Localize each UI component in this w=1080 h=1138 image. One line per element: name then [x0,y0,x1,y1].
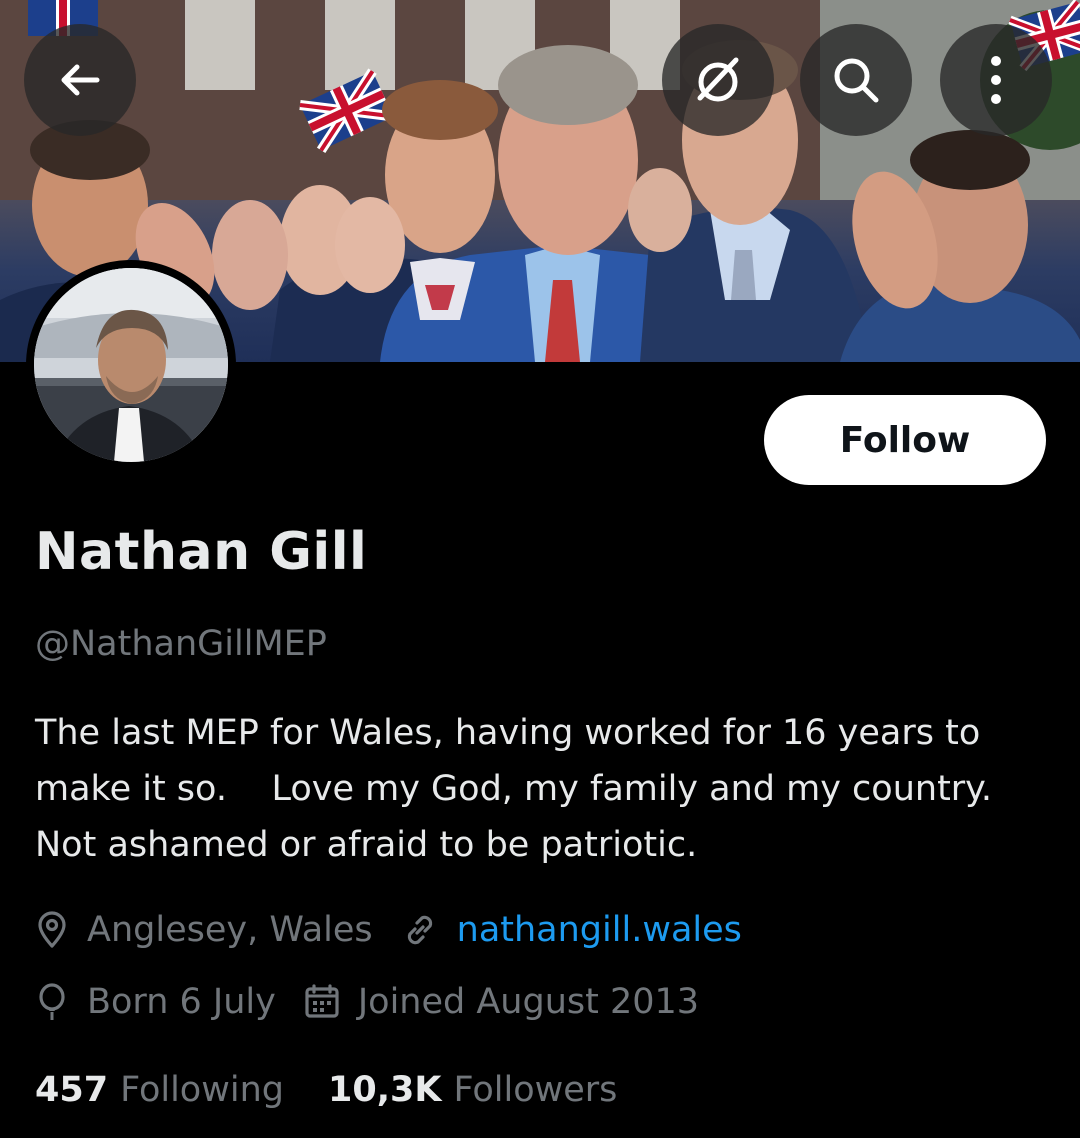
profile-meta-row-dates: Born 6 July Joined August 2013 [35,982,727,1022]
link-icon [401,911,439,949]
profile-avatar[interactable] [26,260,236,470]
followers-count: 10,3K [327,1070,442,1110]
location-item: Anglesey, Wales [35,910,373,950]
followers-stat-link[interactable]: 10,3K Followers [328,1070,617,1110]
more-options-button[interactable] [940,24,1052,136]
arrow-left-icon [61,64,100,96]
more-vertical-icon [991,56,1001,104]
birthday-text: Born 6 July [87,982,276,1022]
profile-display-name: Nathan Gill [35,522,368,582]
profile-stats: 457 Following 10,3K Followers [35,1070,661,1110]
website-link[interactable]: nathangill.wales [457,910,742,950]
website-item[interactable]: nathangill.wales [401,910,742,950]
joined-text: Joined August 2013 [357,982,700,1022]
follow-button[interactable]: Follow [764,395,1046,485]
balloon-icon [35,982,69,1022]
joined-item: Joined August 2013 [304,982,699,1022]
calendar-icon [304,984,340,1020]
location-text: Anglesey, Wales [87,910,373,950]
search-button[interactable] [800,24,912,136]
grok-slash-circle-icon [697,57,739,102]
following-count: 457 [35,1070,109,1110]
search-icon [834,58,879,103]
birthday-item: Born 6 July [35,982,276,1022]
following-stat-link[interactable]: 457 Following [35,1070,284,1110]
avatar-photo [34,268,228,462]
followers-label: Followers [453,1070,618,1110]
profile-meta-row-location: Anglesey, Wales nathangill.wales [35,910,770,950]
following-label: Following [120,1070,284,1110]
profile-handle: @NathanGillMEP [35,624,327,664]
back-button[interactable] [24,24,136,136]
location-pin-icon [35,911,69,949]
profile-bio: The last MEP for Wales, having worked fo… [35,713,1026,865]
grok-button[interactable] [662,24,774,136]
avatar-photo-illustration [34,268,228,462]
